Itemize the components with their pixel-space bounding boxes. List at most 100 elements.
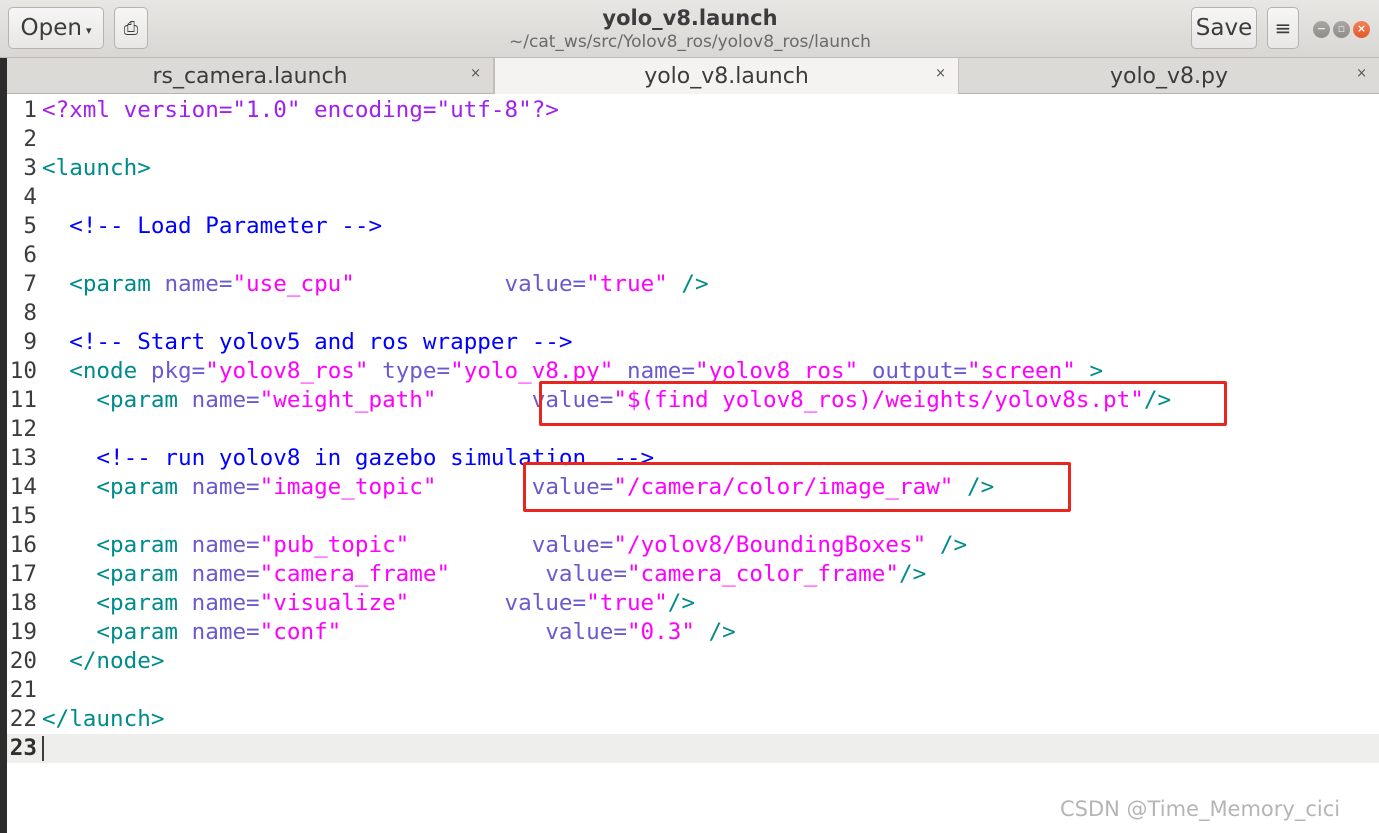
code-token: value= xyxy=(504,271,587,297)
code-token: <?xml version="1.0" encoding="utf-8"?> xyxy=(42,97,559,123)
maximize-icon[interactable]: ▫ xyxy=(1333,21,1350,38)
code-token: <param xyxy=(96,561,192,587)
code-line[interactable]: 16 <param name="pub_topic" value="/yolov… xyxy=(7,531,1379,560)
open-button-label: Open xyxy=(20,15,82,41)
watermark: CSDN @Time_Memory_cici xyxy=(1060,797,1341,821)
line-number: 13 xyxy=(9,445,37,471)
code-editor[interactable]: 23 22 </launch> 21 20 </node> 19 <param name=… xyxy=(7,94,1379,833)
line-number: 12 xyxy=(9,416,37,442)
line-number: 6 xyxy=(23,242,37,268)
hamburger-menu-icon: ≡ xyxy=(1274,16,1292,40)
line-number: 3 xyxy=(23,155,37,181)
line-number: 10 xyxy=(9,358,37,384)
save-button-label: Save xyxy=(1195,15,1253,41)
code-token: "yolov8_ros" xyxy=(205,358,369,384)
tab-yolo-v8-py[interactable]: yolo_v8.py × xyxy=(959,58,1379,94)
line-number: 5 xyxy=(23,213,37,239)
line-number: 21 xyxy=(9,677,37,703)
code-line[interactable]: 2 xyxy=(7,125,1379,154)
code-token: "image_topic" xyxy=(259,474,437,500)
code-line[interactable]: 4 xyxy=(7,183,1379,212)
chevron-down-icon: ▾ xyxy=(85,23,92,37)
code-text: <!-- Start yolov5 and ros wrapper --> xyxy=(42,328,573,357)
line-number: 18 xyxy=(9,590,37,616)
hamburger-menu-button[interactable]: ≡ xyxy=(1267,7,1299,49)
code-line[interactable]: 20 </node> xyxy=(7,647,1379,676)
code-token: "/yolov8/BoundingBoxes" xyxy=(613,532,927,558)
code-line[interactable]: 17 <param name="camera_frame" value="cam… xyxy=(7,560,1379,589)
line-number: 2 xyxy=(23,126,37,152)
code-line[interactable]: 21 xyxy=(7,676,1379,705)
code-token: <param xyxy=(96,474,192,500)
save-button[interactable]: Save xyxy=(1191,7,1257,49)
close-window-icon[interactable]: × xyxy=(1353,21,1370,38)
code-token: </launch> xyxy=(42,706,165,732)
code-text: <?xml version="1.0" encoding="utf-8"?> xyxy=(42,96,559,125)
open-button[interactable]: Open ▾ xyxy=(8,7,104,49)
code-line[interactable]: 9 <!-- Start yolov5 and ros wrapper --> xyxy=(7,328,1379,357)
line-number: 22 xyxy=(9,706,37,732)
code-line[interactable]: 1 <?xml version="1.0" encoding="utf-8"?> xyxy=(7,96,1379,125)
code-line[interactable]: 23 xyxy=(7,734,1379,763)
line-number: 1 xyxy=(23,97,37,123)
code-line[interactable]: 8 xyxy=(7,299,1379,328)
code-line[interactable]: 18 <param name="visualize" value="true"/… xyxy=(7,589,1379,618)
code-token: name= xyxy=(164,271,233,297)
code-token: "pub_topic" xyxy=(259,532,410,558)
header-bar: Open ▾ ⎙ yolo_v8.launch ~/cat_ws/src/Yol… xyxy=(0,0,1379,58)
line-number: 4 xyxy=(23,184,37,210)
code-token: "true" xyxy=(586,271,668,297)
tab-close-icon[interactable]: × xyxy=(470,66,481,81)
desktop-edge xyxy=(0,58,7,833)
text-cursor xyxy=(42,736,44,761)
tab-rs-camera-launch[interactable]: rs_camera.launch × xyxy=(7,58,494,94)
code-token: <param xyxy=(96,590,192,616)
code-token: /> xyxy=(899,561,927,587)
code-text: <param name="camera_frame" value="camera… xyxy=(42,560,926,589)
code-line[interactable]: 22 </launch> xyxy=(7,705,1379,734)
code-token: name= xyxy=(191,619,260,645)
code-line[interactable]: 19 <param name="conf" value="0.3" /> xyxy=(7,618,1379,647)
new-document-icon: ⎙ xyxy=(123,17,139,39)
annotation-box-weight-path xyxy=(539,381,1227,426)
code-token: value= xyxy=(531,532,614,558)
code-line[interactable]: 7 <param name="use_cpu" value="true" /> xyxy=(7,270,1379,299)
new-document-button[interactable]: ⎙ xyxy=(114,7,148,49)
window-subtitle: ~/cat_ws/src/Yolov8_ros/yolov8_ros/launc… xyxy=(509,32,871,52)
tab-close-icon[interactable]: × xyxy=(935,66,946,81)
code-text: <param name="use_cpu" value="true" /> xyxy=(42,270,708,299)
code-text: <launch> xyxy=(42,154,151,183)
line-number: 7 xyxy=(23,271,37,297)
code-token: "camera_frame" xyxy=(259,561,451,587)
code-token: name= xyxy=(191,590,260,616)
code-token: <param xyxy=(69,271,165,297)
code-token: <param xyxy=(96,387,192,413)
code-token: "true" xyxy=(586,590,668,616)
code-token: /> xyxy=(694,619,736,645)
code-text: </node> xyxy=(42,647,164,676)
code-token: name= xyxy=(191,532,260,558)
tab-close-icon[interactable]: × xyxy=(1356,66,1367,81)
code-line[interactable]: 3 <launch> xyxy=(7,154,1379,183)
line-number: 23 xyxy=(9,735,37,761)
code-token: </node> xyxy=(69,648,165,674)
code-text: <param name="visualize" value="true"/> xyxy=(42,589,695,618)
code-line[interactable]: 6 xyxy=(7,241,1379,270)
code-token: "visualize" xyxy=(259,590,410,616)
tab-label: yolo_v8.py xyxy=(1109,63,1229,89)
minimize-icon[interactable]: − xyxy=(1313,21,1330,38)
window-controls: − ▫ × xyxy=(1313,21,1370,38)
code-token: <!-- Start yolov5 and ros wrapper --> xyxy=(69,329,573,355)
tab-yolo-v8-launch[interactable]: yolo_v8.launch × xyxy=(494,58,959,95)
code-line[interactable]: 5 <!-- Load Parameter --> xyxy=(7,212,1379,241)
